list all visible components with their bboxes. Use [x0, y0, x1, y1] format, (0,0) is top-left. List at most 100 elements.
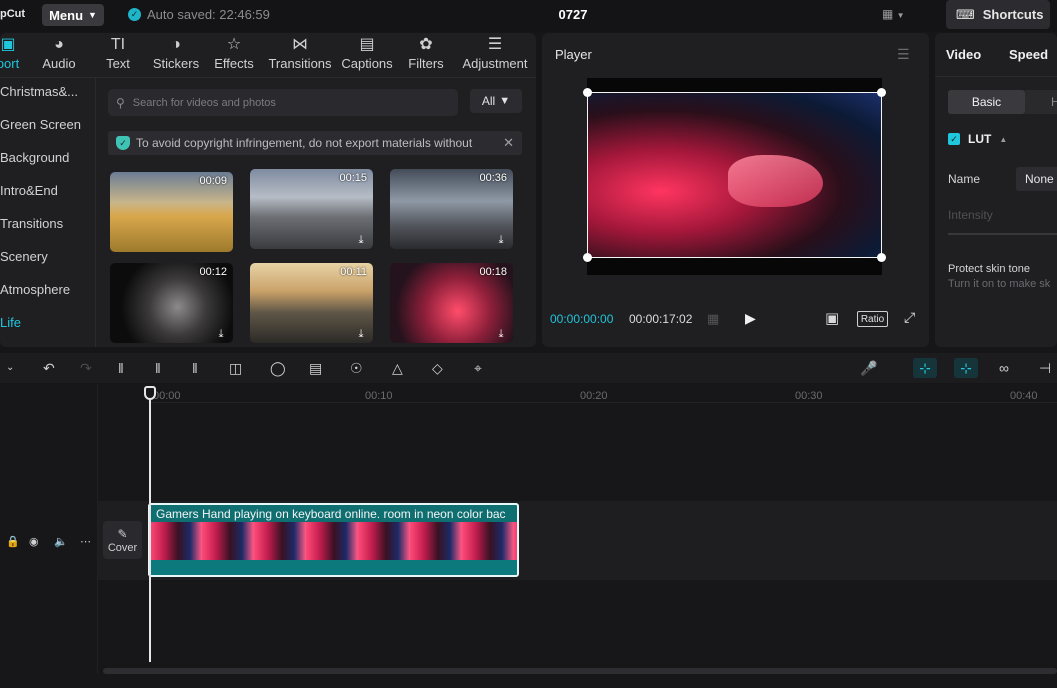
- media-thumbnail[interactable]: 00:36 ⤓: [390, 169, 513, 249]
- download-icon[interactable]: ⤓: [495, 328, 507, 340]
- cover-button[interactable]: ✎ Cover: [103, 521, 142, 559]
- tab-transitions[interactable]: ⋈ Transitions: [267, 36, 333, 76]
- lut-toggle[interactable]: ✓ LUT ▲: [948, 132, 1007, 146]
- thumbnail-duration: 00:12: [199, 266, 227, 278]
- video-clip[interactable]: Gamers Hand playing on keyboard online. …: [148, 503, 519, 577]
- media-thumbnail[interactable]: 00:11 ⤓: [250, 263, 373, 343]
- playhead[interactable]: [149, 394, 151, 662]
- tab-label: Stickers: [152, 56, 200, 71]
- autosave-text: Auto saved: 22:46:59: [147, 7, 270, 22]
- lut-label: LUT: [968, 132, 992, 146]
- edit-icon: ✎: [117, 526, 128, 541]
- category-transitions[interactable]: Transitions: [0, 216, 63, 231]
- tab-filters[interactable]: ✿ Filters: [406, 36, 446, 76]
- download-icon[interactable]: ⤓: [495, 234, 507, 246]
- mark-icon[interactable]: ◯: [270, 360, 286, 376]
- import-icon: ▣: [0, 36, 16, 53]
- media-thumbnail[interactable]: 00:09: [110, 172, 233, 252]
- auto-snap-icon[interactable]: ⊹: [954, 358, 978, 378]
- crop-icon[interactable]: ⌖: [474, 360, 482, 376]
- ratio-button[interactable]: Ratio: [857, 311, 888, 327]
- checkbox-icon[interactable]: ✓: [948, 133, 960, 145]
- tab-label: Captions: [341, 56, 393, 71]
- microphone-icon[interactable]: 🎤: [860, 360, 877, 376]
- playhead-handle[interactable]: [144, 386, 156, 400]
- resize-handle[interactable]: [583, 88, 592, 97]
- intensity-label: Intensity: [948, 208, 993, 222]
- category-life[interactable]: Life: [0, 315, 21, 330]
- thumbnail-duration: 00:11: [340, 266, 367, 278]
- menu-button[interactable]: Menu ▼: [42, 4, 104, 26]
- link-icon[interactable]: ∞: [999, 360, 1009, 376]
- timeline-scrollbar[interactable]: [103, 668, 1057, 674]
- fit-screen-icon[interactable]: ▣: [825, 309, 839, 327]
- total-timecode: 00:00:17:02: [629, 312, 693, 326]
- split-left-icon[interactable]: ‖: [155, 360, 161, 376]
- rotate-icon[interactable]: ◇: [432, 360, 443, 376]
- split-right-icon[interactable]: ‖: [192, 360, 198, 376]
- category-background[interactable]: Background: [0, 150, 69, 165]
- freeze-icon[interactable]: ▤: [309, 360, 322, 376]
- shortcuts-button[interactable]: ⌨ Shortcuts: [946, 0, 1050, 29]
- resize-handle[interactable]: [877, 253, 886, 262]
- transitions-icon: ⋈: [292, 36, 308, 53]
- mirror-icon[interactable]: △: [392, 360, 403, 376]
- split-icon[interactable]: ‖: [118, 360, 124, 376]
- speaker-icon[interactable]: 🔈: [54, 535, 68, 548]
- tab-captions[interactable]: ▤ Captions: [339, 36, 395, 76]
- tab-import[interactable]: ▣ port: [0, 36, 22, 76]
- grid-icon[interactable]: ▦: [707, 311, 719, 327]
- delete-icon[interactable]: ◫: [229, 360, 242, 376]
- lock-icon[interactable]: 🔒: [6, 535, 20, 548]
- clip-audio-strip: [150, 560, 517, 575]
- more-icon[interactable]: ⋯: [80, 535, 91, 548]
- intensity-slider[interactable]: [948, 233, 1057, 235]
- next-subtab[interactable]: H: [1025, 90, 1057, 114]
- category-atmosphere[interactable]: Atmosphere: [0, 282, 70, 297]
- video-preview[interactable]: [583, 88, 886, 262]
- category-christmas[interactable]: Christmas&...: [0, 84, 78, 99]
- menu-icon[interactable]: ☰: [897, 46, 910, 63]
- download-icon[interactable]: ⤓: [215, 328, 227, 340]
- resize-handle[interactable]: [583, 253, 592, 262]
- reverse-icon[interactable]: ☉: [350, 360, 363, 376]
- main-track-magnet-icon[interactable]: ⊹: [913, 358, 937, 378]
- category-green-screen[interactable]: Green Screen: [0, 117, 81, 132]
- play-icon[interactable]: ▶: [745, 310, 756, 327]
- category-divider: [95, 78, 96, 347]
- download-icon[interactable]: ⤓: [355, 234, 367, 246]
- tab-label: Text: [106, 56, 130, 71]
- tab-adjustment[interactable]: ☰ Adjustment: [458, 36, 532, 76]
- resize-handle[interactable]: [877, 88, 886, 97]
- redo-icon: ↷: [80, 360, 92, 376]
- search-input[interactable]: ⚲ Search for videos and photos: [108, 89, 458, 116]
- media-thumbnail[interactable]: 00:12 ⤓: [110, 263, 233, 343]
- tab-video[interactable]: Video: [946, 47, 981, 62]
- basic-tab[interactable]: Basic: [948, 90, 1025, 114]
- caret-up-icon: ▲: [999, 134, 1008, 144]
- media-thumbnail[interactable]: 00:18 ⤓: [390, 263, 513, 343]
- eye-icon[interactable]: ◉: [29, 535, 39, 548]
- close-icon[interactable]: ✕: [503, 135, 514, 151]
- download-icon[interactable]: ⤓: [355, 328, 367, 340]
- clip-filmstrip: [150, 522, 517, 560]
- tab-stickers[interactable]: ◑ Stickers: [150, 36, 202, 76]
- ruler[interactable]: [148, 402, 1057, 403]
- lut-name-select[interactable]: None: [1016, 167, 1057, 191]
- media-thumbnail[interactable]: 00:15 ⤓: [250, 169, 373, 249]
- preview-axis-icon[interactable]: ⊣: [1039, 360, 1051, 376]
- chevron-down-icon[interactable]: ⌄: [6, 360, 14, 376]
- category-scenery[interactable]: Scenery: [0, 249, 48, 264]
- tab-text[interactable]: TI Text: [100, 36, 136, 76]
- filter-all-button[interactable]: All ▼: [470, 89, 522, 113]
- layout-icon[interactable]: ▦ ▼: [882, 7, 912, 23]
- search-placeholder: Search for videos and photos: [132, 96, 276, 109]
- category-intro-end[interactable]: Intro&End: [0, 183, 58, 198]
- tab-effects[interactable]: ☆ Effects: [212, 36, 256, 76]
- fullscreen-icon[interactable]: ⤢: [904, 309, 915, 326]
- thumbnail-duration: 00:15: [339, 172, 367, 184]
- tab-speed[interactable]: Speed: [1009, 47, 1048, 62]
- undo-icon[interactable]: ↶: [43, 360, 55, 376]
- tab-audio[interactable]: ◕ Audio: [38, 36, 80, 76]
- project-title[interactable]: 0727: [520, 7, 626, 22]
